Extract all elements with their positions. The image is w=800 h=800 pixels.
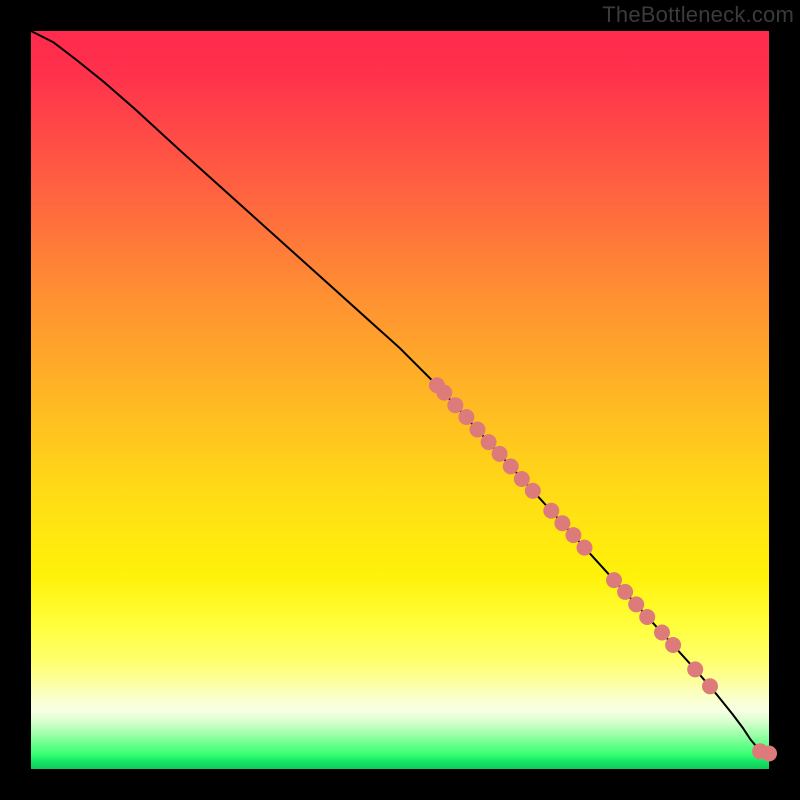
data-point [628, 596, 644, 612]
data-point [565, 527, 581, 543]
data-point [492, 446, 508, 462]
data-point [436, 385, 452, 401]
data-point [606, 572, 622, 588]
data-point [503, 458, 519, 474]
chart-svg [31, 31, 769, 769]
data-point [447, 397, 463, 413]
data-point [470, 422, 486, 438]
data-point [543, 503, 559, 519]
bottleneck-curve [31, 31, 769, 754]
attribution-text: TheBottleneck.com [602, 2, 794, 28]
data-point [687, 661, 703, 677]
data-point [639, 609, 655, 625]
data-point [514, 471, 530, 487]
data-point [665, 637, 681, 653]
data-point [617, 584, 633, 600]
data-point [761, 746, 777, 762]
data-point [654, 625, 670, 641]
data-point [554, 515, 570, 531]
data-point [458, 409, 474, 425]
data-point [481, 434, 497, 450]
data-point [525, 483, 541, 499]
chart-root: TheBottleneck.com [0, 0, 800, 800]
data-point [702, 678, 718, 694]
data-point [577, 540, 593, 556]
plot-area [31, 31, 769, 769]
